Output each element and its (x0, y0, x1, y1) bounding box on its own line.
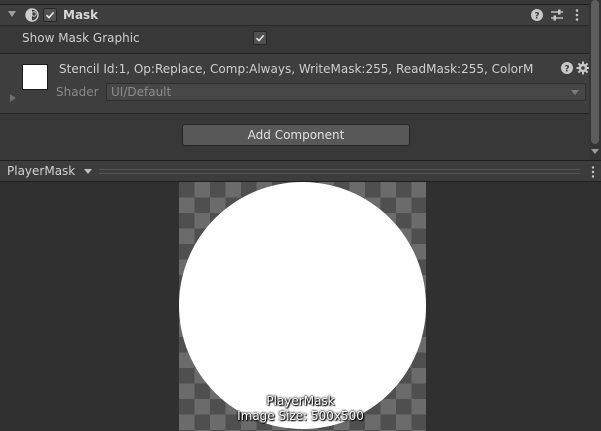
svg-text:?: ? (534, 12, 539, 22)
shader-label: Shader (56, 85, 99, 99)
add-component-button[interactable]: Add Component (182, 124, 410, 146)
component-title: Mask (63, 8, 99, 22)
material-foldout-arrow-icon[interactable] (10, 94, 16, 102)
shader-dropdown[interactable]: UI/Default (106, 83, 586, 101)
material-section: Stencil Id:1, Op:Replace, Comp:Always, W… (0, 53, 590, 114)
help-icon[interactable]: ? (530, 8, 544, 22)
checkmark-icon (255, 34, 265, 42)
dropdown-arrow-icon (571, 90, 579, 95)
shader-value: UI/Default (111, 85, 172, 99)
foldout-arrow-icon[interactable] (8, 11, 16, 17)
checkmark-icon (45, 11, 55, 19)
scrollbar-thumb[interactable] (591, 0, 599, 144)
gear-icon[interactable] (576, 61, 590, 75)
mask-component-icon (25, 8, 39, 22)
show-mask-graphic-label: Show Mask Graphic (22, 31, 140, 45)
material-preview-swatch[interactable] (22, 64, 48, 90)
preview-caption-size: Image Size: 500x500 (237, 409, 364, 423)
preview-area: PlayerMask Image Size: 500x500 (0, 182, 601, 431)
material-name: Stencil Id:1, Op:Replace, Comp:Always, W… (59, 62, 534, 76)
scroll-down-arrow-icon[interactable] (591, 149, 599, 154)
preview-resize-grip[interactable] (99, 169, 580, 174)
preview-dropdown-caret-icon[interactable] (84, 169, 92, 174)
component-enabled-checkbox[interactable] (43, 8, 57, 22)
preset-icon[interactable] (550, 8, 564, 22)
more-icon[interactable] (570, 8, 584, 22)
preview-title[interactable]: PlayerMask (7, 164, 75, 178)
inspector-scrollbar[interactable] (589, 0, 601, 160)
help-icon[interactable]: ? (560, 61, 574, 75)
more-icon[interactable] (590, 165, 596, 179)
preview-caption-name: PlayerMask (266, 394, 335, 408)
mask-sprite-preview (179, 182, 426, 429)
preview-header[interactable]: PlayerMask (0, 160, 601, 182)
mask-component-header[interactable]: Mask ? (0, 4, 589, 26)
svg-text:?: ? (564, 65, 569, 75)
show-mask-graphic-checkbox[interactable] (253, 31, 267, 45)
